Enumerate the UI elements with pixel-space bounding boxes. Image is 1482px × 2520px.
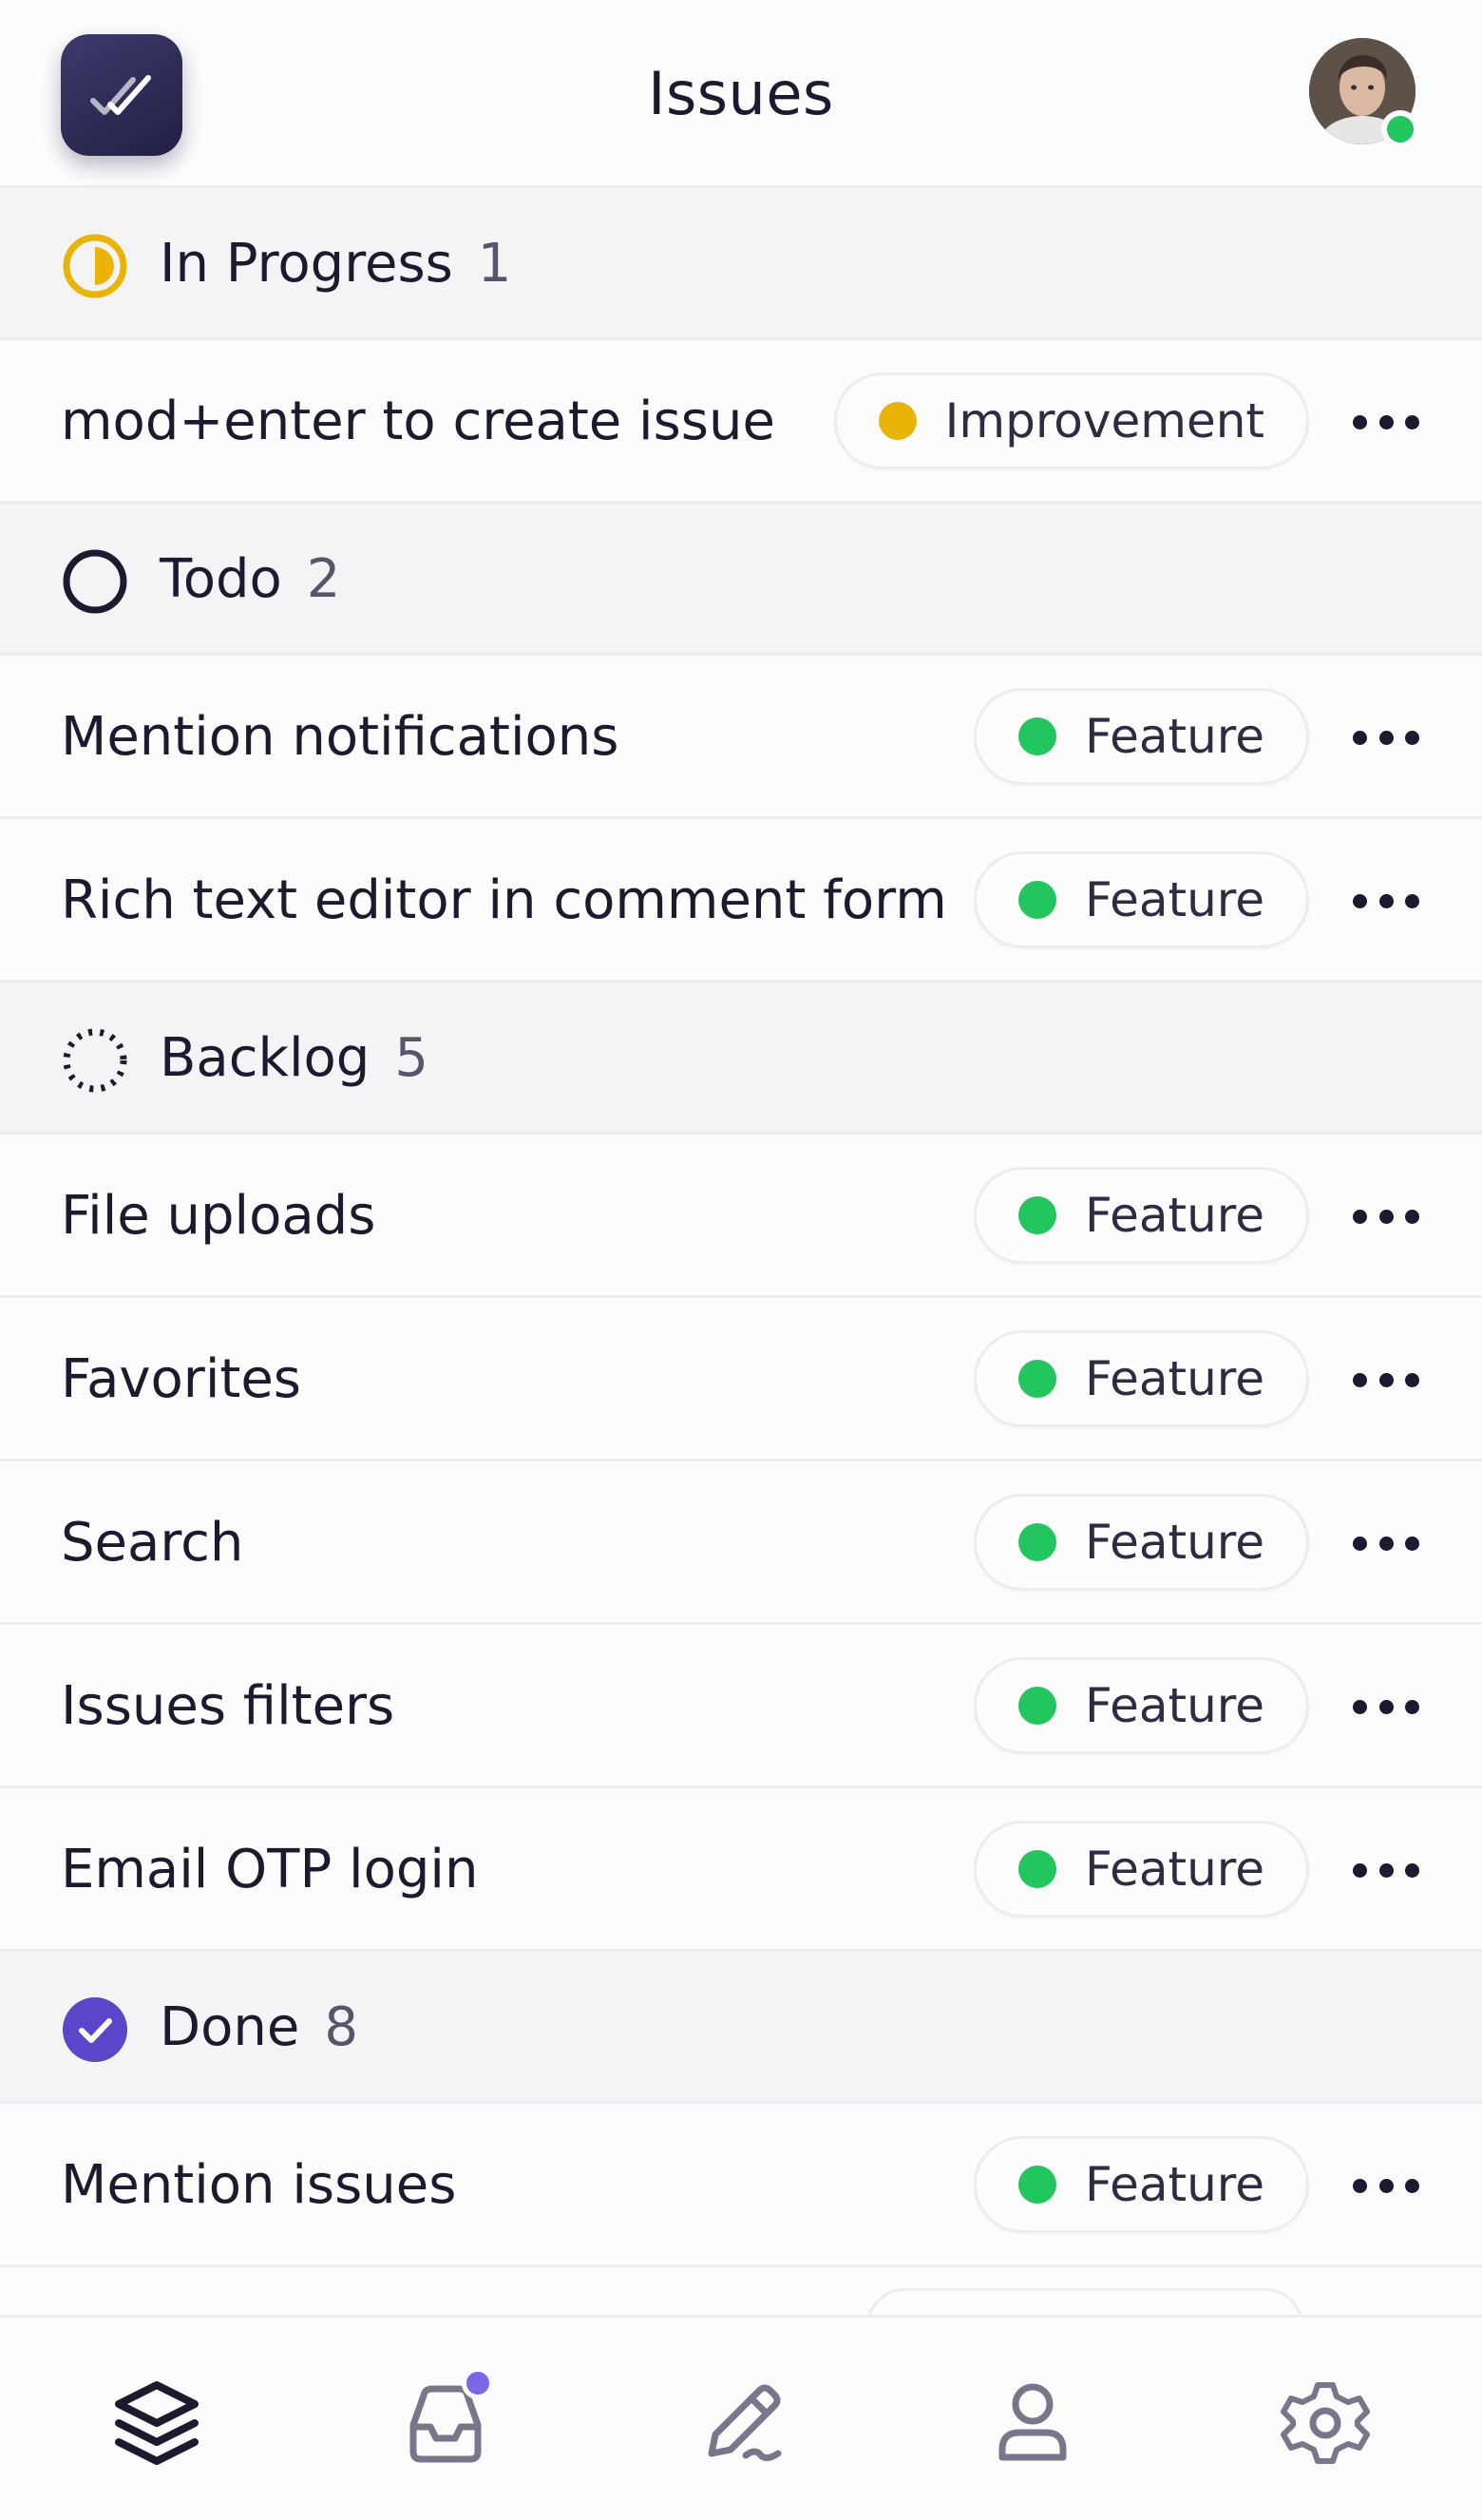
- user-icon: [998, 2383, 1067, 2461]
- in-progress-icon: [63, 234, 127, 298]
- group-count: 8: [324, 1996, 358, 2058]
- label-badge[interactable]: Feature: [974, 1330, 1309, 1427]
- label-color-dot: [1018, 881, 1057, 919]
- issue-title: mod+enter to create issue: [61, 391, 775, 452]
- more-options-icon[interactable]: [1353, 403, 1419, 441]
- label-badge[interactable]: Feature: [974, 1494, 1309, 1591]
- issue-row[interactable]: Email OTP login Feature: [0, 1788, 1482, 1952]
- settings-icon: [1281, 2382, 1370, 2464]
- issue-row[interactable]: Mention issues Feature: [0, 2104, 1482, 2267]
- issue-title: Email OTP login: [61, 1839, 479, 1900]
- issue-row[interactable]: File uploads Feature: [0, 1135, 1482, 1298]
- group-count: 2: [306, 548, 341, 610]
- more-options-icon[interactable]: [1353, 718, 1419, 756]
- page-title: Issues: [648, 59, 834, 128]
- nav-inbox[interactable]: [393, 2367, 498, 2475]
- avatar[interactable]: [1309, 38, 1419, 148]
- pencil-icon: [708, 2384, 782, 2462]
- label-text: Improvement: [944, 393, 1264, 449]
- more-options-icon[interactable]: [1353, 1524, 1419, 1562]
- label-color-dot: [1018, 717, 1057, 755]
- issue-row[interactable]: Mention notifications Feature: [0, 656, 1482, 819]
- more-options-icon[interactable]: [1353, 1688, 1419, 1726]
- label-badge[interactable]: Improvement: [833, 372, 1309, 469]
- label-color-dot: [1018, 1360, 1057, 1398]
- group-label: Backlog 5: [160, 1027, 428, 1089]
- layers-icon: [115, 2381, 199, 2465]
- nav-create[interactable]: [690, 2371, 794, 2475]
- issue-title: Issues filters: [61, 1675, 395, 1737]
- nav-settings[interactable]: [1273, 2371, 1378, 2475]
- group-label: In Progress 1: [160, 233, 512, 295]
- label-text: Feature: [1085, 1515, 1264, 1570]
- issue-row[interactable]: Search Feature: [0, 1461, 1482, 1625]
- group-header-backlog[interactable]: Backlog 5: [0, 983, 1482, 1135]
- more-options-icon[interactable]: [1353, 1197, 1419, 1235]
- issue-title: Mention notifications: [61, 706, 619, 768]
- notification-dot: [462, 2367, 494, 2399]
- label-badge[interactable]: Feature: [974, 1821, 1309, 1918]
- issue-title: Favorites: [61, 1348, 301, 1410]
- group-count: 5: [394, 1027, 428, 1089]
- label-text: Feature: [1085, 872, 1264, 927]
- label-text: Feature: [1085, 709, 1264, 764]
- issue-row[interactable]: Issues filters Feature: [0, 1625, 1482, 1788]
- label-color-dot: [1018, 1850, 1057, 1888]
- done-icon: [63, 1997, 127, 2062]
- todo-icon: [63, 549, 127, 614]
- group-header-done[interactable]: Done 8: [0, 1952, 1482, 2104]
- label-color-dot: [1018, 1523, 1057, 1561]
- issue-title: File uploads: [61, 1185, 376, 1247]
- presence-online-indicator: [1381, 110, 1419, 148]
- issue-title: Mention issues: [61, 2154, 457, 2216]
- app: Issues In Progress 1 mod+enter to create…: [0, 0, 1482, 2520]
- label-badge[interactable]: Feature: [974, 688, 1309, 785]
- nav-issues[interactable]: [104, 2371, 209, 2475]
- issue-title: Search: [61, 1512, 244, 1574]
- issue-title: Rich text editor in comment form: [61, 869, 947, 931]
- group-label: Done 8: [160, 1996, 358, 2058]
- label-text: Feature: [1085, 1351, 1264, 1406]
- label-color-dot: [1018, 1196, 1057, 1234]
- label-text: Feature: [1085, 1842, 1264, 1897]
- label-badge[interactable]: Feature: [974, 1657, 1309, 1754]
- label-color-dot: [1018, 2166, 1057, 2204]
- more-options-icon[interactable]: [1353, 2167, 1419, 2205]
- label-text: Feature: [1085, 2157, 1264, 2212]
- group-count: 1: [477, 233, 512, 295]
- label-color-dot: [1018, 1687, 1057, 1725]
- bottom-nav: [0, 2315, 1482, 2520]
- label-text: Feature: [1085, 1188, 1264, 1243]
- label-badge[interactable]: Feature: [974, 851, 1309, 948]
- issue-row[interactable]: mod+enter to create issue Improvement: [0, 340, 1482, 504]
- more-options-icon[interactable]: [1353, 1851, 1419, 1889]
- more-options-icon[interactable]: [1353, 1361, 1419, 1399]
- group-header-todo[interactable]: Todo 2: [0, 504, 1482, 656]
- group-label: Todo 2: [160, 548, 341, 610]
- group-header-in-progress[interactable]: In Progress 1: [0, 188, 1482, 340]
- nav-profile[interactable]: [980, 2371, 1085, 2475]
- label-color-dot: [878, 402, 917, 440]
- label-badge[interactable]: Feature: [974, 2136, 1309, 2233]
- app-header: Issues: [0, 0, 1482, 188]
- issue-row[interactable]: Favorites Feature: [0, 1298, 1482, 1461]
- issue-row[interactable]: Rich text editor in comment form Feature: [0, 819, 1482, 983]
- label-badge[interactable]: Feature: [974, 1167, 1309, 1264]
- label-text: Feature: [1085, 1678, 1264, 1733]
- backlog-icon: [63, 1028, 127, 1093]
- more-options-icon[interactable]: [1353, 882, 1419, 920]
